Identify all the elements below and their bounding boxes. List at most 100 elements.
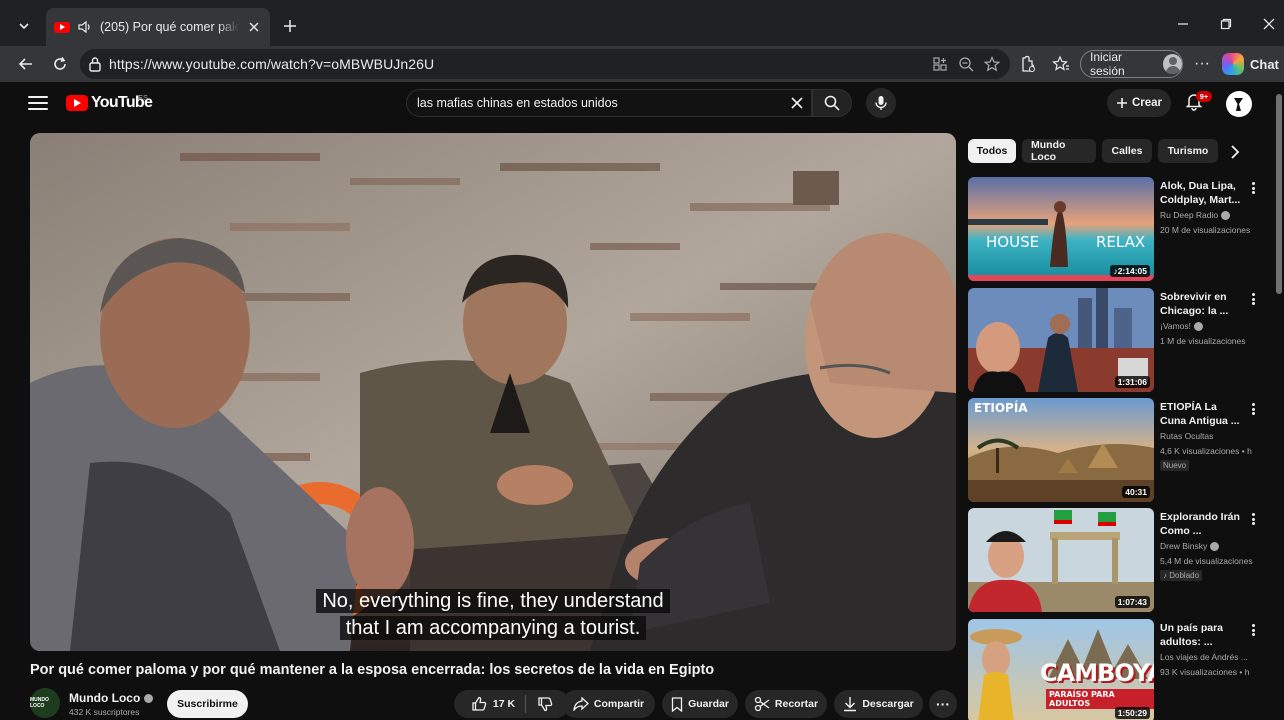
save-button[interactable]: Guardar [662,690,738,718]
chip-calles[interactable]: Calles [1102,139,1152,163]
speaker-icon[interactable] [77,19,93,35]
recommendation-item[interactable]: 1:31:06 Sobrevivir en Chicago: la ... ¡V… [968,288,1258,394]
recommendation-menu-button[interactable] [1248,402,1258,416]
recommendation-views: 93 K visualizaciones • h [1160,667,1250,677]
download-button[interactable]: Descargar [834,690,923,718]
recommendation-title[interactable]: Un país para adultos: ... [1160,621,1244,649]
recommendation-views: 4,6 K visualizaciones • h [1160,446,1252,456]
browser-tab-active[interactable]: (205) Por qué comer paloma y [46,8,270,46]
signin-button[interactable]: Iniciar sesión [1080,50,1183,78]
recommendation-title[interactable]: ETIOPÍA La Cuna Antigua ... [1160,400,1244,428]
recommendation-item[interactable]: CAMBOYA PARAÍSO PARA ADULTOS 1:50:29 Un … [968,619,1258,720]
recommendation-item[interactable]: 1:07:43 Explorando Irán Como ... Drew Bi… [968,508,1258,614]
lock-icon[interactable] [88,56,102,72]
copilot-chat-button[interactable]: Chat [1222,51,1279,77]
clip-button[interactable]: Recortar [745,690,827,718]
recommendation-title[interactable]: Explorando Irán Como ... [1160,510,1244,538]
new-tab-button[interactable] [278,14,302,38]
thumbnail-text-right: RELAX [1096,233,1146,251]
zoom-icon[interactable] [957,55,975,73]
profile-avatar-icon [1162,54,1182,74]
chip-mundo-loco[interactable]: Mundo Loco [1022,139,1096,163]
back-button[interactable] [13,51,39,77]
like-button[interactable]: 17 K [471,695,527,713]
create-label: Crear [1131,97,1163,109]
like-dislike-group: 17 K [454,690,570,718]
url-text[interactable]: https://www.youtube.com/watch?v=oMBWBUJn… [109,56,434,72]
like-count: 17 K [492,698,516,710]
recommendation-menu-button[interactable] [1248,292,1258,306]
youtube-play-icon [66,95,88,111]
recommendation-thumbnail[interactable]: 1:07:43 [968,508,1154,612]
tab-close-icon[interactable] [246,19,262,35]
search-input[interactable]: las mafias chinas en estados unidos [406,89,812,117]
download-icon [844,697,857,712]
browser-more-button[interactable]: ··· [1190,53,1214,75]
recommendation-thumbnail[interactable]: ETIOPÍA 40:31 [968,398,1154,502]
app-available-icon[interactable] [931,55,949,73]
clip-label: Recortar [774,698,819,710]
search-query[interactable]: las mafias chinas en estados unidos [417,96,618,110]
verified-check-icon [1194,321,1204,331]
thumbnail-text: ETIOPÍA [974,401,1028,415]
recommendation-menu-button[interactable] [1248,623,1258,637]
microphone-icon [875,96,887,110]
save-label: Guardar [688,698,729,710]
chip-turismo[interactable]: Turismo [1158,139,1218,163]
menu-icon [28,96,48,98]
clear-search-icon[interactable] [787,93,807,113]
scissors-icon [754,696,770,712]
channel-name-text[interactable]: Mundo Loco [69,691,140,705]
recommendation-thumbnail[interactable]: 1:31:06 [968,288,1154,392]
browser-tab-strip: (205) Por qué comer paloma y [0,0,1284,46]
recommendation-title[interactable]: Sobrevivir en Chicago: la ... [1160,290,1244,318]
recommendation-channel: Ru Deep Radio [1160,210,1231,220]
recommendation-channel: Rutas Ocultas [1160,431,1214,441]
chip-todos[interactable]: Todos [968,139,1016,163]
create-button[interactable]: Crear [1107,89,1171,117]
chevron-down-icon [19,23,29,30]
recommendation-menu-button[interactable] [1248,181,1258,195]
thumbnail-subtext: PARAÍSO PARA ADULTOS [1046,689,1154,709]
recommendation-item[interactable]: HOUSE RELAX ♪2:14:05 Alok, Dua Lipa, Col… [968,177,1258,283]
duration-badge: 1:50:29 [1114,707,1150,719]
recommendation-thumbnail[interactable]: CAMBOYA PARAÍSO PARA ADULTOS 1:50:29 [968,619,1154,720]
arrow-left-icon [18,58,32,70]
more-actions-button[interactable]: ··· [929,690,957,718]
tab-actions-menu-button[interactable] [10,12,38,40]
share-button[interactable]: Compartir [562,690,655,718]
account-avatar[interactable] [1226,91,1252,117]
guide-menu-button[interactable] [28,94,48,112]
video-player[interactable]: No, everything is fine, they understand … [30,133,956,651]
recommendation-title[interactable]: Alok, Dua Lipa, Coldplay, Mart... [1160,179,1244,207]
reload-button[interactable] [47,51,73,77]
channel-avatar[interactable]: MUNDO LOCO [30,688,60,718]
recommendation-thumbnail[interactable]: HOUSE RELAX ♪2:14:05 [968,177,1154,281]
recommendation-channel: Los viajes de Andrés ... [1160,652,1248,662]
bookmark-icon [671,696,683,712]
recommendation-menu-button[interactable] [1248,512,1258,526]
subscribe-button[interactable]: Suscribirme [167,690,248,718]
caption-line-2: that I am accompanying a tourist. [30,615,956,641]
chips-next-button[interactable] [1224,141,1246,163]
dislike-button[interactable] [531,696,553,712]
voice-search-button[interactable] [866,88,896,118]
address-bar[interactable]: https://www.youtube.com/watch?v=oMBWBUJn… [80,49,1010,79]
favorite-star-icon[interactable] [983,55,1001,73]
signin-label: Iniciar sesión [1090,50,1125,78]
window-minimize-button[interactable] [1168,12,1198,36]
channel-name[interactable]: Mundo Loco [69,691,154,705]
youtube-favicon-icon [54,21,70,33]
browser-essentials-icon[interactable] [1017,53,1039,75]
search-button[interactable] [812,89,852,117]
favorites-icon[interactable] [1050,53,1072,75]
duration-badge: ♪2:14:05 [1110,265,1150,277]
window-restore-button[interactable] [1211,12,1241,36]
recommendation-item[interactable]: ETIOPÍA 40:31 ETIOPÍA La Cuna Antigua ..… [968,398,1258,504]
minimize-icon [1178,23,1188,25]
notification-count-badge: 9+ [1196,91,1212,102]
close-icon [1263,18,1275,30]
page-scrollbar[interactable] [1276,94,1282,294]
recommendation-views: 1 M de visualizaciones [1160,336,1246,346]
window-close-button[interactable] [1254,12,1284,36]
